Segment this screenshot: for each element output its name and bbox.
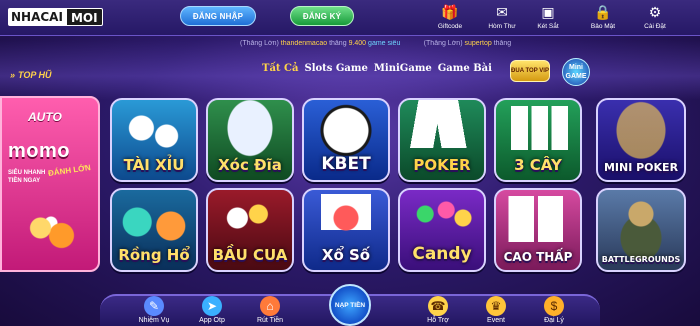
- game-label: CAO THẤP: [503, 250, 573, 264]
- phone-icon: ☎: [428, 296, 448, 316]
- safe-button[interactable]: ▣ Két Sắt: [526, 2, 570, 34]
- nav-support[interactable]: ☎ Hỗ Trợ: [414, 294, 462, 326]
- top-bar: NHACAI MOI ĐĂNG NHẬP ĐĂNG KÝ 🎁 Giftcode …: [0, 0, 700, 36]
- top-jackpot-label[interactable]: » TOP HŨ: [10, 70, 52, 80]
- filter-all[interactable]: Tất Cả: [262, 63, 298, 74]
- game-lobby: { "brand": {"part1": "NHACAI", "part2": …: [0, 0, 700, 326]
- promo-line3: TIỀN NGAY: [8, 178, 41, 184]
- brand-logo[interactable]: NHACAI MOI: [8, 8, 103, 26]
- win-ticker: (Thắng Lớn) thandenmacao thắng 9.400 gam…: [240, 40, 700, 50]
- nav-app-otp-label: App Otp: [199, 317, 225, 324]
- cart-icon: ⌂: [260, 296, 280, 316]
- chips-illustration: [16, 208, 86, 258]
- gear-icon: ⚙: [648, 4, 662, 20]
- coin-icon: $: [544, 296, 564, 316]
- game-label: TÀI XỈU: [123, 156, 185, 174]
- momo-promo-banner[interactable]: AUTO momo SIÊU NHANH ĐÁNH LỚN TIỀN NGAY: [0, 96, 100, 272]
- settings-label: Cài Đặt: [644, 23, 666, 30]
- mail-icon: ✉: [496, 4, 508, 20]
- nav-missions[interactable]: ✎ Nhiệm Vụ: [130, 294, 178, 326]
- deposit-button[interactable]: NẠP TIỀN: [329, 284, 371, 326]
- safe-label: Két Sắt: [537, 23, 559, 30]
- game-tile-3cay[interactable]: 3 CÂY: [494, 98, 582, 182]
- game-tile-poker[interactable]: POKER: [398, 98, 486, 182]
- game-label: Candy: [412, 244, 472, 264]
- game-label: Xóc Đĩa: [218, 156, 282, 174]
- nav-agent-label: Đại Lý: [544, 317, 564, 324]
- game-tile-battlegrounds[interactable]: BATTLEGROUNDS: [596, 188, 686, 272]
- game-tile-taixiu[interactable]: TÀI XỈU: [110, 98, 198, 182]
- giftcode-button[interactable]: 🎁 Giftcode: [428, 2, 472, 34]
- promo-line1: SIÊU NHANH: [8, 170, 46, 176]
- game-label: KBET: [321, 154, 371, 174]
- send-icon: ➤: [202, 296, 222, 316]
- ticker-amount: 9.400: [348, 40, 367, 47]
- trophy-icon: ♛: [486, 296, 506, 316]
- settings-button[interactable]: ⚙ Cài Đặt: [633, 2, 677, 34]
- ticker-win-word: thắng: [329, 40, 347, 47]
- security-label: Bảo Mật: [590, 23, 616, 30]
- ticker-game: game siêu: [368, 40, 401, 47]
- giftcode-label: Giftcode: [437, 23, 463, 30]
- game-label: 3 CÂY: [514, 156, 562, 174]
- filter-slots[interactable]: Slots Game: [304, 63, 367, 74]
- nav-withdraw[interactable]: ⌂ Rút Tiền: [246, 294, 294, 326]
- top-jackpot-text: TOP HŨ: [18, 70, 52, 80]
- task-icon: ✎: [144, 296, 164, 316]
- ticker-user-2: supertop: [464, 40, 492, 47]
- brand-part1: NHACAI: [8, 8, 66, 26]
- game-label: Rồng Hổ: [118, 246, 190, 264]
- category-filters: Tất Cả Slots Game MiniGame Game Bài: [262, 63, 492, 74]
- ticker-win-word-2: thắng: [493, 40, 512, 47]
- game-tile-baucua[interactable]: BẦU CUA: [206, 188, 294, 272]
- gift-icon: 🎁: [441, 4, 459, 20]
- nav-event-label: Event: [487, 317, 505, 324]
- login-button[interactable]: ĐĂNG NHẬP: [180, 6, 256, 26]
- game-label: Xổ Số: [321, 246, 371, 264]
- vip-race-badge[interactable]: ĐUA TOP VIP: [510, 60, 550, 82]
- ticker-user: thandenmacao: [280, 40, 328, 47]
- promo-auto: AUTO: [28, 110, 62, 124]
- mailbox-button[interactable]: ✉ Hòm Thư: [480, 2, 524, 34]
- nav-withdraw-label: Rút Tiền: [256, 317, 284, 324]
- game-tile-xoso[interactable]: Xổ Số: [302, 188, 390, 272]
- game-tile-caothap[interactable]: CAO THẤP: [494, 188, 582, 272]
- game-tile-candy[interactable]: Candy: [398, 188, 486, 272]
- lock-icon: 🔒: [594, 4, 612, 20]
- nav-app-otp[interactable]: ➤ App Otp: [188, 294, 236, 326]
- nav-support-label: Hỗ Trợ: [427, 317, 449, 324]
- ticker-prefix: (Thắng Lớn): [240, 40, 279, 47]
- game-label: BẦU CUA: [212, 246, 288, 264]
- mailbox-label: Hòm Thư: [488, 23, 516, 30]
- game-label: BATTLEGROUNDS: [601, 255, 681, 264]
- nav-missions-label: Nhiệm Vụ: [138, 317, 170, 324]
- ticker-prefix-2: (Thắng Lớn): [423, 40, 463, 47]
- game-label: POKER: [413, 156, 471, 174]
- promo-brand: momo: [8, 140, 70, 162]
- safe-icon: ▣: [541, 4, 555, 20]
- promo-line2: ĐÁNH LỚN: [47, 163, 92, 178]
- register-button[interactable]: ĐĂNG KÝ: [290, 6, 354, 26]
- brand-part2: MOI: [65, 8, 103, 26]
- filter-minigame[interactable]: MiniGame: [374, 63, 432, 74]
- game-label: MINI POKER: [603, 161, 679, 174]
- nav-event[interactable]: ♛ Event: [472, 294, 520, 326]
- minigame-badge[interactable]: Mini GAME: [562, 58, 590, 86]
- security-button[interactable]: 🔒 Bảo Mật: [581, 2, 625, 34]
- double-chevron-icon: »: [10, 70, 16, 80]
- game-tile-minipoker[interactable]: MINI POKER: [596, 98, 686, 182]
- game-tile-rongho[interactable]: Rồng Hổ: [110, 188, 198, 272]
- filter-card-games[interactable]: Game Bài: [438, 63, 492, 74]
- game-tile-xocdia[interactable]: Xóc Đĩa: [206, 98, 294, 182]
- game-tile-kbet[interactable]: KBET: [302, 98, 390, 182]
- nav-agent[interactable]: $ Đại Lý: [530, 294, 578, 326]
